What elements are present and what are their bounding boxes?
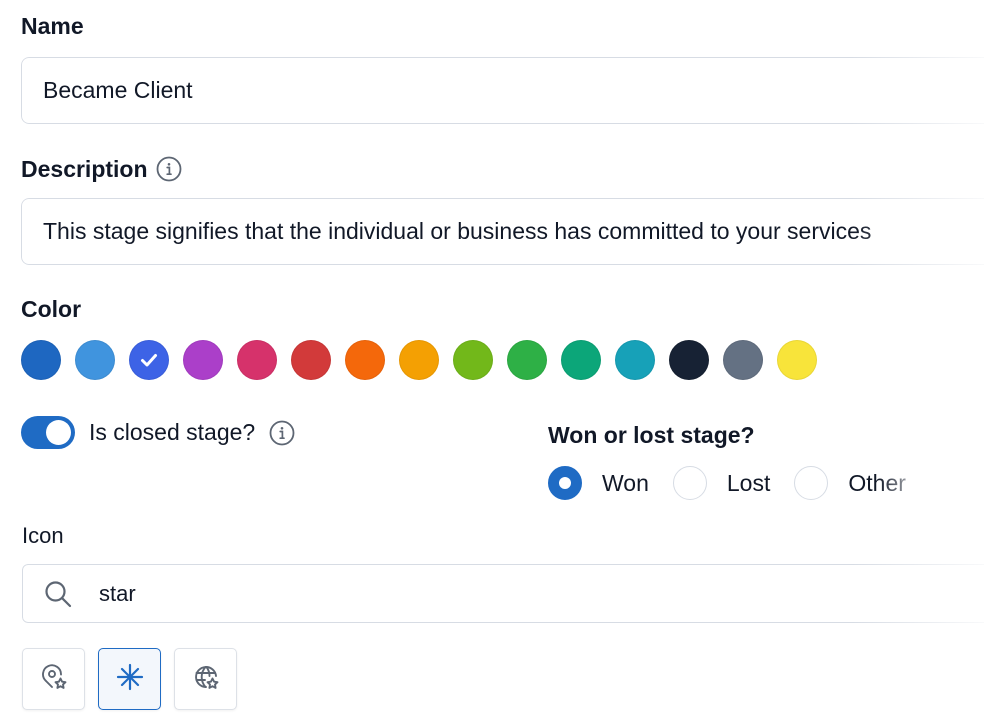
- radio-label: Lost: [726, 469, 771, 496]
- color-swatch-light-blue[interactable]: [75, 340, 115, 380]
- description-label-text: Description: [21, 155, 148, 182]
- radio-label: Won: [602, 469, 649, 496]
- radio-won[interactable]: Won: [548, 466, 649, 500]
- color-swatch-cyan[interactable]: [615, 340, 655, 380]
- color-swatch-slate[interactable]: [723, 340, 763, 380]
- radio-button[interactable]: [794, 466, 829, 500]
- description-input-value: This stage signifies that the individual…: [43, 218, 872, 244]
- color-swatch-indigo[interactable]: [129, 340, 169, 380]
- icon-search-input[interactable]: star: [22, 564, 984, 623]
- icon-label: Icon: [22, 525, 64, 547]
- name-input-value: Became Client: [43, 77, 193, 103]
- color-swatch-emerald[interactable]: [561, 340, 601, 380]
- radio-button[interactable]: [672, 466, 707, 500]
- description-label: Description: [21, 156, 182, 182]
- radio-button[interactable]: [548, 466, 582, 500]
- color-swatch-group: [21, 340, 817, 380]
- name-label-text: Name: [21, 13, 84, 39]
- color-swatch-pink[interactable]: [237, 340, 277, 380]
- radio-label: Other: [848, 469, 906, 496]
- won-lost-radio-group: Won Lost Other: [548, 466, 984, 500]
- closed-stage-row: Is closed stage?: [21, 416, 295, 449]
- icon-results: [22, 648, 237, 710]
- color-swatch-green[interactable]: [507, 340, 547, 380]
- icon-option-globe-star[interactable]: [174, 648, 237, 710]
- color-label-text: Color: [21, 296, 82, 322]
- color-swatch-yellow[interactable]: [777, 340, 817, 380]
- check-icon: [141, 354, 157, 367]
- asterisk-icon: [115, 662, 145, 697]
- closed-stage-toggle[interactable]: [21, 416, 75, 449]
- toggle-knob: [46, 420, 71, 445]
- search-icon: [43, 579, 73, 609]
- color-swatch-navy[interactable]: [669, 340, 709, 380]
- icon-label-text: Icon: [22, 523, 64, 548]
- name-label: Name: [21, 15, 84, 38]
- won-lost-title: Won or lost stage?: [548, 422, 755, 448]
- globe-star-icon: [192, 663, 220, 696]
- color-swatch-orange[interactable]: [345, 340, 385, 380]
- closed-stage-label: Is closed stage?: [89, 419, 256, 445]
- color-label: Color: [21, 298, 81, 321]
- color-swatch-lime[interactable]: [453, 340, 493, 380]
- color-swatch-amber[interactable]: [399, 340, 439, 380]
- location-star-icon: [40, 663, 68, 696]
- radio-lost[interactable]: Lost: [672, 466, 771, 500]
- stage-editor-form: Name Became Client Description This stag…: [0, 0, 984, 720]
- radio-other[interactable]: Other: [794, 466, 906, 500]
- icon-option-location-star[interactable]: [22, 648, 85, 710]
- color-swatch-red[interactable]: [291, 340, 331, 380]
- icon-option-asterisk[interactable]: [98, 648, 161, 710]
- color-swatch-purple[interactable]: [183, 340, 223, 380]
- info-circle-icon[interactable]: [156, 156, 182, 182]
- won-lost-section: Won or lost stage? Won Lost Other: [548, 420, 984, 500]
- description-input[interactable]: This stage signifies that the individual…: [21, 198, 984, 265]
- info-circle-icon[interactable]: [269, 420, 295, 446]
- name-input[interactable]: Became Client: [21, 57, 984, 124]
- icon-search-value: star: [99, 580, 136, 606]
- color-swatch-dark-blue[interactable]: [21, 340, 61, 380]
